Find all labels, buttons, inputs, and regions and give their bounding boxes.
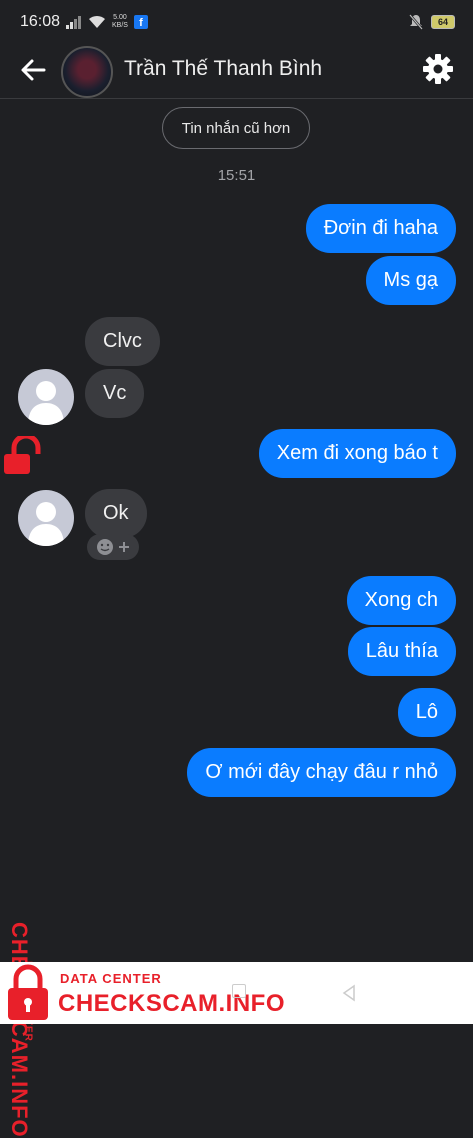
sender-avatar[interactable] xyxy=(18,369,74,425)
plus-icon xyxy=(119,542,129,552)
message-incoming[interactable]: Vc xyxy=(85,369,145,418)
older-messages-button[interactable]: Tin nhắn cũ hơn xyxy=(162,107,310,149)
message-incoming[interactable]: Ok xyxy=(85,489,147,538)
watermark-label-big: CHECKSCAM.INFO xyxy=(58,990,285,1017)
message-outgoing[interactable]: Đơin đi haha xyxy=(305,204,456,253)
gear-icon[interactable] xyxy=(421,52,455,86)
message-outgoing[interactable]: Xong ch xyxy=(346,576,456,625)
message-outgoing[interactable]: Lâu thía xyxy=(347,627,456,676)
lock-icon xyxy=(4,436,41,474)
contact-name[interactable]: Trần Thế Thanh Bình xyxy=(124,57,322,81)
chat-header: Trần Thế Thanh Bình xyxy=(0,44,473,99)
smiley-icon xyxy=(97,539,113,555)
message-outgoing[interactable]: Xem đi xong báo t xyxy=(258,429,456,478)
status-time: 16:08 xyxy=(20,13,61,30)
status-bar: 16:08 5.00 KB/S f 64 xyxy=(0,0,473,44)
status-icons-right: 64 xyxy=(409,14,455,30)
add-reaction-button[interactable] xyxy=(87,534,139,560)
network-speed: 5.00 KB/S xyxy=(112,14,128,29)
bottom-navigation-bar: DATA CENTER CHECKSCAM.INFO xyxy=(0,962,473,1024)
back-arrow-icon[interactable] xyxy=(18,54,50,86)
contact-avatar[interactable] xyxy=(61,46,113,98)
watermark-side: CHECKSCAM.INFO DATA CENTER xyxy=(2,436,50,1138)
message-outgoing[interactable]: Ms gạ xyxy=(365,256,456,305)
default-user-icon xyxy=(28,381,64,425)
signal-icon xyxy=(66,15,81,29)
home-nav-button[interactable] xyxy=(232,984,246,998)
battery-icon: 64 xyxy=(431,15,455,29)
message-outgoing[interactable]: Ơ mới đây chạy đâu r nhỏ xyxy=(187,748,456,797)
watermark-label-small: DATA CENTER xyxy=(60,971,162,986)
message-incoming[interactable]: Clvc xyxy=(85,317,160,366)
facebook-icon: f xyxy=(133,15,148,29)
message-outgoing[interactable]: Lô xyxy=(397,688,456,737)
lock-icon xyxy=(8,964,48,1020)
back-nav-triangle-icon[interactable] xyxy=(340,984,358,1002)
wifi-icon xyxy=(89,15,105,28)
message-timestamp: 15:51 xyxy=(217,167,256,184)
status-icons-left: 5.00 KB/S f xyxy=(66,14,148,30)
mute-bell-icon xyxy=(409,14,423,30)
